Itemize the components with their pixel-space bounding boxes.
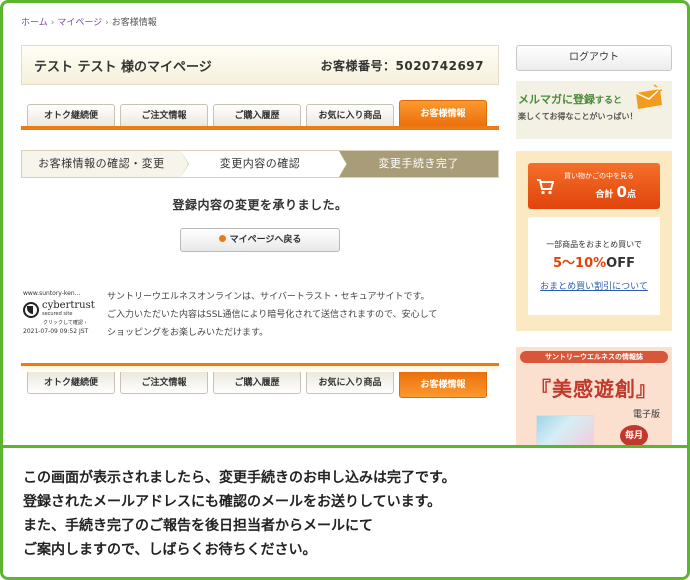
bottom-tab-customer-info[interactable]: お客様情報 bbox=[399, 372, 487, 398]
tab-otoku-keizoku[interactable]: オトク継続便 bbox=[27, 104, 115, 126]
note-line: 登録されたメールアドレスにも確認のメールをお送りしています。 bbox=[23, 494, 442, 510]
security-text-line: ショッピングをお楽しみいただけます。 bbox=[107, 328, 269, 338]
breadcrumb-mypage-link[interactable]: マイページ bbox=[57, 18, 102, 28]
circle-arrow-icon bbox=[218, 235, 226, 242]
step-confirm-content: 変更内容の確認 bbox=[180, 151, 348, 177]
step-label: お客様情報の確認・変更 bbox=[38, 157, 165, 170]
bikan-header: サントリーウエルネスの情報誌 bbox=[520, 351, 668, 363]
seal-date: 2021-07-09 09:52 JST bbox=[23, 328, 89, 335]
customer-number: お客様番号：5020742697 bbox=[320, 58, 484, 73]
cart-unit: 点 bbox=[626, 190, 636, 200]
monthly-badge: 毎月 bbox=[620, 425, 648, 447]
seal-url: www.suntory-ken... bbox=[23, 290, 81, 297]
breadcrumb-separator: › bbox=[105, 18, 109, 28]
discount-off: OFF bbox=[606, 256, 635, 271]
mypage-tabs: オトク継続便 ご注文情報 ご購入履歴 お気に入り商品 お客様情報 bbox=[21, 100, 499, 126]
cart-box: 買い物かごの中を見る 合計 0点 一部商品をおまとめ買いで 5〜10%OFF お… bbox=[516, 151, 672, 331]
note-line: また、手続き完了のご報告を後日担当者からメールにて bbox=[23, 518, 373, 534]
security-text-line: サントリーウエルネスオンラインは、サイバートラスト・セキュアサイトです。 bbox=[107, 292, 430, 302]
breadcrumb-separator: › bbox=[50, 18, 55, 28]
breadcrumb-home-link[interactable]: ホーム bbox=[21, 18, 48, 28]
back-to-mypage-button[interactable]: マイページへ戻る bbox=[180, 228, 340, 252]
progress-steps: お客様情報の確認・変更 変更内容の確認 変更手続き完了 bbox=[21, 150, 499, 178]
bottom-tab-favorites[interactable]: お気に入り商品 bbox=[306, 372, 394, 394]
seal-sub: secured site bbox=[42, 311, 73, 317]
bulk-discount-rate: 5〜10%OFF bbox=[528, 252, 660, 271]
mailmag-bold: メルマガに登録 bbox=[518, 93, 595, 106]
tab-customer-info[interactable]: お客様情報 bbox=[399, 100, 487, 126]
logout-button[interactable]: ログアウト bbox=[516, 45, 672, 71]
bottom-tab-purchase-history[interactable]: ご購入履歴 bbox=[213, 372, 301, 394]
cybertrust-brand: cybertrust secured site bbox=[42, 301, 95, 319]
step-label: 変更内容の確認 bbox=[219, 157, 301, 170]
step-confirm-change: お客様情報の確認・変更 bbox=[22, 151, 189, 177]
step-label: 変更手続き完了 bbox=[378, 157, 459, 170]
main-content: ホーム › マイページ › お客様情報 テスト テスト 様のマイページ お客様番号：50… bbox=[21, 13, 499, 398]
tab-purchase-history[interactable]: ご購入履歴 bbox=[213, 104, 301, 126]
bulk-discount-box: 一部商品をおまとめ買いで 5〜10%OFF おまとめ買い割引について bbox=[528, 217, 660, 315]
step-complete: 変更手続き完了 bbox=[339, 151, 499, 177]
bottom-tab-order-info[interactable]: ご注文情報 bbox=[120, 372, 208, 394]
tab-favorites[interactable]: お気に入り商品 bbox=[306, 104, 394, 126]
bulk-discount-link[interactable]: おまとめ買い割引について bbox=[528, 279, 660, 292]
mailmag-rest: すると bbox=[595, 96, 623, 106]
bottom-tab-row: オトク継続便 ご注文情報 ご購入履歴 お気に入り商品 お客様情報 bbox=[21, 372, 499, 398]
completion-message: 登録内容の変更を承りました。 bbox=[172, 198, 348, 212]
security-text-line: ご入力いただいた内容はSSL通信により暗号化されて送信されますので、安心して bbox=[107, 310, 438, 320]
bottom-tab-otoku-keizoku[interactable]: オトク継続便 bbox=[27, 372, 115, 394]
mail-magazine-banner[interactable]: メルマガに登録すると 楽しくてお得なことがいっぱい！ bbox=[516, 81, 672, 139]
cart-label: 買い物かごの中を見る bbox=[564, 172, 634, 180]
mypage-title-bar: テスト テスト 様のマイページ お客様番号：5020742697 bbox=[21, 45, 499, 85]
envelope-icon bbox=[635, 84, 663, 109]
breadcrumb: ホーム › マイページ › お客様情報 bbox=[21, 13, 499, 33]
cybertrust-logo: cybertrust secured site bbox=[23, 301, 95, 319]
security-notice: www.suntory-ken... cybertrust secured sit… bbox=[21, 290, 499, 346]
cart-total-prefix: 合計 bbox=[595, 190, 614, 200]
cart-count: 0 bbox=[616, 183, 627, 201]
step-arrow bbox=[339, 151, 347, 177]
cybertrust-seal[interactable]: www.suntory-ken... cybertrust secured sit… bbox=[23, 290, 95, 346]
tab-order-info[interactable]: ご注文情報 bbox=[120, 104, 208, 126]
seal-click-text: クリックして確認 › bbox=[43, 320, 87, 326]
step-arrow bbox=[180, 151, 188, 177]
breadcrumb-current: お客様情報 bbox=[111, 18, 157, 28]
explanation-note: この画面が表示されましたら、変更手続きのお申し込みは完了です。 登録されたメール… bbox=[3, 445, 687, 577]
discount-percent: 5〜10% bbox=[553, 256, 607, 271]
bikan-title: 『美感遊創』 bbox=[531, 377, 657, 401]
bikan-edition: 電子版 bbox=[632, 410, 660, 420]
back-button-label: マイページへ戻る bbox=[229, 235, 302, 245]
note-line: ご案内しますので、しばらくお待ちください。 bbox=[23, 542, 317, 558]
cart-icon bbox=[537, 179, 554, 195]
cybertrust-logo-icon bbox=[23, 302, 39, 318]
note-line: この画面が表示されましたら、変更手続きのお申し込みは完了です。 bbox=[23, 470, 456, 486]
security-text: サントリーウエルネスオンラインは、サイバートラスト・セキュアサイトです。 ご入力… bbox=[107, 288, 437, 346]
page-title: テスト テスト 様のマイページ bbox=[34, 59, 212, 75]
cart-total: 合計 0点 bbox=[595, 183, 636, 201]
sidebar: ログアウト メルマガに登録すると 楽しくてお得なことがいっぱい！ 買い物かごの中… bbox=[516, 45, 672, 467]
bulk-discount-line1: 一部商品をおまとめ買いで bbox=[546, 240, 642, 249]
view-cart-button[interactable]: 買い物かごの中を見る 合計 0点 bbox=[528, 163, 660, 209]
bottom-tabs: オトク継続便 ご注文情報 ご購入履歴 お気に入り商品 お客様情報 bbox=[21, 363, 499, 398]
screenshot-frame: ホーム › マイページ › お客様情報 テスト テスト 様のマイページ お客様番号：50… bbox=[0, 0, 690, 580]
